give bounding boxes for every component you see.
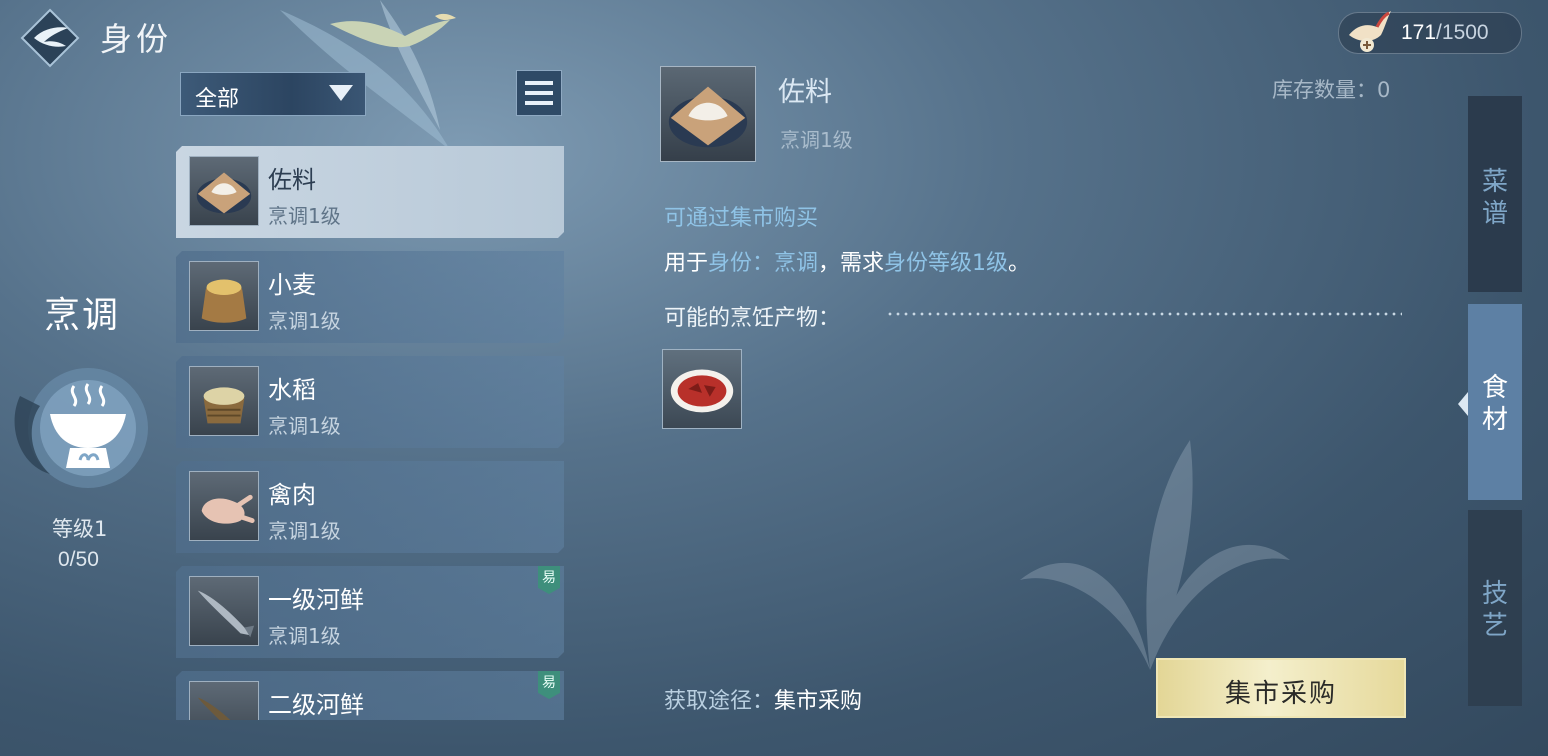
market-purchase-label: 集市采购 [1224,679,1337,709]
wheat-sack-icon [189,261,259,331]
item-name: 二级河鲜 [268,691,364,719]
profession-exp: 0/50 [58,548,99,571]
currency-value: 171 [1401,21,1437,44]
rice-basket-icon [189,366,259,436]
filter-selected-label: 全部 [195,87,240,112]
item-name: 水稻 [268,376,316,404]
river-fish-icon [189,576,259,646]
tab-skill[interactable]: 技艺 [1468,510,1522,706]
cooking-pot-emblem-icon [14,368,148,488]
braised-meat-dish-icon[interactable] [662,349,742,429]
tradable-badge: 易 [538,671,560,699]
list-item[interactable]: 佐料 烹调1级 [176,146,564,238]
item-name: 小麦 [268,271,316,299]
poultry-meat-icon [189,471,259,541]
background-flower-decoration [1020,440,1290,670]
item-level: 烹调1级 [268,519,341,543]
detail-item-level: 烹调1级 [780,128,853,152]
chevron-down-icon [329,85,353,101]
seasoning-packet-icon [189,156,259,226]
ingredient-list[interactable]: 佐料 烹调1级 小麦 烹调1级 水稻 烹调1级 禽肉 烹调1级 一级河鲜 烹调1… [176,146,566,720]
usage-profession: 身份：烹调 [708,251,819,276]
item-name: 佐料 [268,166,316,194]
acquisition-value: 集市采购 [774,689,863,714]
list-item[interactable]: 一级河鲜 烹调1级 易 [176,566,564,658]
dotted-divider [886,312,1402,316]
seasoning-packet-icon [660,66,756,162]
market-purchase-button[interactable]: 集市采购 [1156,658,1406,718]
bird-decoration [330,13,456,48]
list-item[interactable]: 二级河鲜 易 [176,671,564,720]
page-title: 身份 [100,20,173,58]
usage-level-requirement: 身份等级1级 [884,251,1009,276]
active-tab-indicator-icon [1458,392,1468,416]
river-fish-icon [189,681,259,720]
list-item[interactable]: 禽肉 烹调1级 [176,461,564,553]
currency-max: 1500 [1441,21,1489,44]
item-name: 一级河鲜 [268,586,364,614]
list-menu-button[interactable] [516,70,562,116]
profession-name: 烹调 [44,295,121,336]
stock-quantity: 库存数量：0 [1272,78,1391,102]
tab-recipe[interactable]: 菜谱 [1468,96,1522,292]
category-filter-dropdown[interactable]: 全部 [180,72,366,116]
usage-description: 用于身份：烹调，需求身份等级1级。 [664,251,1031,276]
item-level: 烹调1级 [268,309,341,333]
tab-ingredients[interactable]: 食材 [1468,304,1522,500]
obtain-hint: 可通过集市购买 [664,206,819,231]
item-level: 烹调1级 [268,624,341,648]
back-diamond-icon[interactable] [20,8,80,68]
menu-icon [525,81,553,85]
list-item[interactable]: 水稻 烹调1级 [176,356,564,448]
products-label: 可能的烹饪产物： [664,306,841,331]
item-name: 禽肉 [268,481,316,509]
list-item[interactable]: 小麦 烹调1级 [176,251,564,343]
crane-currency-icon [1349,11,1391,52]
acquisition-method: 获取途径：集市采购 [664,689,863,714]
currency-counter[interactable]: 171/1500 [1338,11,1522,54]
item-level: 烹调1级 [268,414,341,438]
detail-item-name: 佐料 [778,77,832,108]
item-level: 烹调1级 [268,204,341,228]
profession-level: 等级1 [52,517,108,541]
tradable-badge: 易 [538,566,560,594]
